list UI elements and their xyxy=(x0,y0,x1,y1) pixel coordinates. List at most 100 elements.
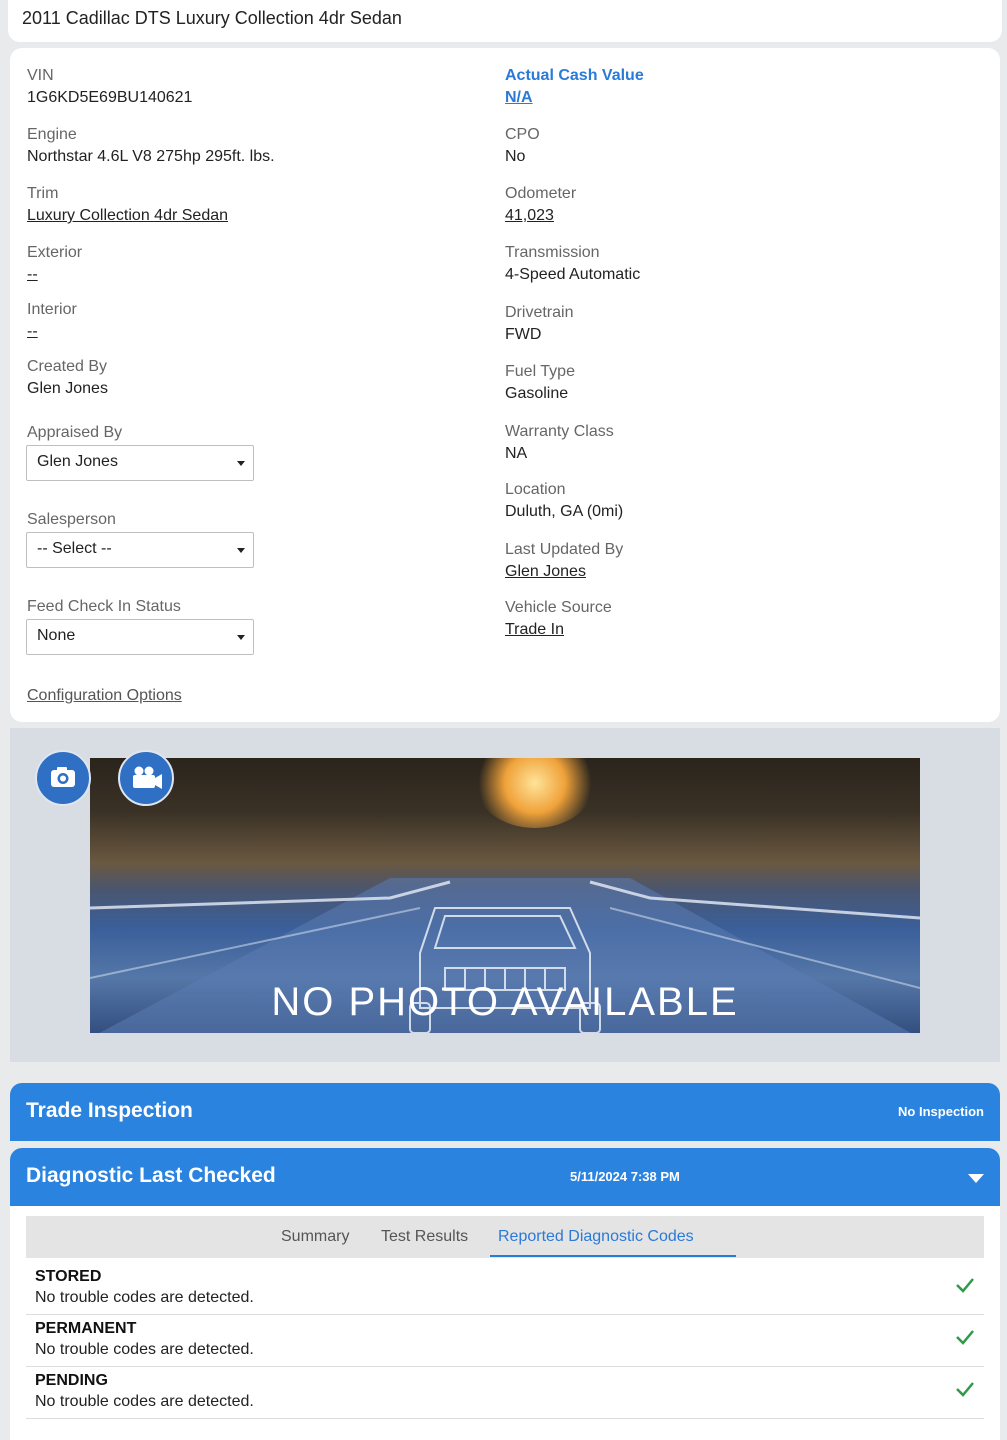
code-message: No trouble codes are detected. xyxy=(35,1341,254,1358)
location-label: Location xyxy=(505,481,566,498)
trade-inspection-title: Trade Inspection xyxy=(26,1099,193,1122)
created-by-label: Created By xyxy=(27,358,108,375)
warranty-field: Warranty Class NA xyxy=(505,422,614,465)
feed-status-select[interactable]: None xyxy=(26,619,254,655)
appraised-by-selected: Glen Jones xyxy=(37,453,118,470)
cpo-field: CPO No xyxy=(505,125,540,168)
check-icon xyxy=(956,1330,974,1345)
created-by-value: Glen Jones xyxy=(27,380,108,397)
fuel-value: Gasoline xyxy=(505,385,569,402)
created-by-field: Created By Glen Jones xyxy=(27,357,108,400)
code-type: PENDING xyxy=(35,1372,108,1389)
transmission-value: 4-Speed Automatic xyxy=(505,266,641,283)
location-field: Location Duluth, GA (0mi) xyxy=(505,480,623,523)
vehicle-title: 2011 Cadillac DTS Luxury Collection 4dr … xyxy=(22,8,402,28)
diagnostic-tabs: Summary Test Results Reported Diagnostic… xyxy=(26,1216,984,1258)
engine-label: Engine xyxy=(27,126,77,143)
tab-summary[interactable]: Summary xyxy=(281,1228,349,1246)
trim-label: Trim xyxy=(27,185,59,202)
feed-status-label-text: Feed Check In Status xyxy=(27,598,181,615)
odometer-field: Odometer 41,023 xyxy=(505,184,576,227)
diagnostic-title: Diagnostic Last Checked xyxy=(26,1164,276,1187)
no-photo-text: NO PHOTO AVAILABLE xyxy=(271,980,739,1024)
updated-by-label: Last Updated By xyxy=(505,541,624,558)
engine-field: Engine Northstar 4.6L V8 275hp 295ft. lb… xyxy=(27,125,275,168)
warranty-label: Warranty Class xyxy=(505,423,614,440)
tab-reported-diagnostic-codes[interactable]: Reported Diagnostic Codes xyxy=(498,1228,694,1246)
camera-icon xyxy=(51,767,75,787)
salesperson-label-text: Salesperson xyxy=(27,511,116,528)
no-photo-placeholder: NO PHOTO AVAILABLE xyxy=(90,758,920,1033)
fuel-field: Fuel Type Gasoline xyxy=(505,362,575,405)
appraised-by-label: Appraised By xyxy=(27,423,122,443)
configuration-options-link[interactable]: Configuration Options xyxy=(27,685,182,707)
caret-down-icon xyxy=(237,635,245,640)
source-field: Vehicle Source Trade In xyxy=(505,598,612,641)
source-link[interactable]: Trade In xyxy=(505,619,612,641)
interior-field: Interior -- xyxy=(27,300,77,343)
chevron-down-icon[interactable] xyxy=(968,1174,984,1183)
code-row-permanent: PERMANENT No trouble codes are detected. xyxy=(26,1314,984,1367)
caret-down-icon xyxy=(237,461,245,466)
video-button[interactable] xyxy=(118,750,174,806)
cpo-value: No xyxy=(505,148,526,165)
vin-value: 1G6KD5E69BU140621 xyxy=(27,89,193,106)
code-type: STORED xyxy=(35,1268,102,1285)
diagnostic-timestamp: 5/11/2024 7:38 PM xyxy=(570,1169,680,1184)
code-row-pending: PENDING No trouble codes are detected. xyxy=(26,1366,984,1419)
drivetrain-field: Drivetrain FWD xyxy=(505,303,573,346)
check-icon xyxy=(956,1278,974,1293)
odometer-link[interactable]: 41,023 xyxy=(505,205,576,227)
exterior-link[interactable]: -- xyxy=(27,264,82,286)
camera-button[interactable] xyxy=(35,750,91,806)
appraised-by-select[interactable]: Glen Jones xyxy=(26,445,254,481)
salesperson-selected: -- Select -- xyxy=(37,540,112,557)
engine-value: Northstar 4.6L V8 275hp 295ft. lbs. xyxy=(27,148,275,165)
updated-by-field: Last Updated By Glen Jones xyxy=(505,540,623,583)
feed-status-selected: None xyxy=(37,627,76,644)
location-value: Duluth, GA (0mi) xyxy=(505,503,624,520)
updated-by-link[interactable]: Glen Jones xyxy=(505,561,623,583)
code-type: PERMANENT xyxy=(35,1320,137,1337)
transmission-field: Transmission 4-Speed Automatic xyxy=(505,243,640,286)
drivetrain-value: FWD xyxy=(505,326,542,343)
salesperson-label: Salesperson xyxy=(27,510,116,530)
cpo-label: CPO xyxy=(505,126,540,143)
trade-inspection-bar[interactable]: Trade Inspection No Inspection xyxy=(10,1083,1000,1141)
salesperson-select[interactable]: -- Select -- xyxy=(26,532,254,568)
check-icon xyxy=(956,1382,974,1397)
vehicle-details-card: VIN 1G6KD5E69BU140621 Engine Northstar 4… xyxy=(10,48,1000,722)
photo-area: NO PHOTO AVAILABLE xyxy=(10,728,1000,1062)
warranty-value: NA xyxy=(505,445,528,462)
odometer-label: Odometer xyxy=(505,185,577,202)
source-label: Vehicle Source xyxy=(505,599,612,616)
caret-down-icon xyxy=(237,548,245,553)
vehicle-title-bar: 2011 Cadillac DTS Luxury Collection 4dr … xyxy=(8,0,1002,42)
code-message: No trouble codes are detected. xyxy=(35,1289,254,1306)
appraised-by-label-text: Appraised By xyxy=(27,424,123,441)
exterior-field: Exterior -- xyxy=(27,243,82,286)
active-tab-underline xyxy=(490,1255,736,1257)
feed-status-label: Feed Check In Status xyxy=(27,597,181,617)
diagnostic-panel: Summary Test Results Reported Diagnostic… xyxy=(10,1206,1000,1440)
vin-field: VIN 1G6KD5E69BU140621 xyxy=(27,66,192,109)
interior-link[interactable]: -- xyxy=(27,321,77,343)
sun-glow xyxy=(475,758,595,828)
tab-test-results[interactable]: Test Results xyxy=(381,1228,468,1246)
trade-inspection-status: No Inspection xyxy=(898,1104,984,1119)
trim-link[interactable]: Luxury Collection 4dr Sedan xyxy=(27,205,228,227)
trim-field: Trim Luxury Collection 4dr Sedan xyxy=(27,184,228,227)
transmission-label: Transmission xyxy=(505,244,600,261)
acv-link[interactable]: N/A xyxy=(505,87,644,109)
exterior-label: Exterior xyxy=(27,244,83,261)
fuel-label: Fuel Type xyxy=(505,363,575,380)
acv-field: Actual Cash Value N/A xyxy=(505,66,644,109)
video-camera-icon xyxy=(133,766,162,789)
config-options-field: Configuration Options xyxy=(27,684,182,707)
code-message: No trouble codes are detected. xyxy=(35,1393,254,1410)
code-row-stored: STORED No trouble codes are detected. xyxy=(26,1262,984,1315)
acv-label: Actual Cash Value xyxy=(505,67,644,84)
diagnostic-bar[interactable]: Diagnostic Last Checked 5/11/2024 7:38 P… xyxy=(10,1148,1000,1206)
interior-label: Interior xyxy=(27,301,77,318)
drivetrain-label: Drivetrain xyxy=(505,304,574,321)
